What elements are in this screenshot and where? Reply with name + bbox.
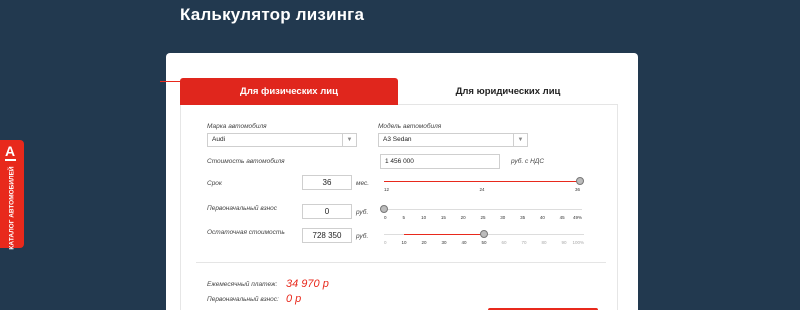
tab-legal-entities[interactable]: Для юридических лиц bbox=[398, 78, 618, 105]
residual-slider-ticks: 0 10 20 30 40 50 60 70 80 90 100% bbox=[384, 240, 584, 248]
down_payment-tick-label: 25 bbox=[480, 215, 486, 220]
residual-tick-label: 80 bbox=[541, 240, 547, 245]
brand-select[interactable]: Audi ▼ bbox=[207, 133, 357, 147]
alfa-logo-icon: А bbox=[5, 143, 16, 159]
down_payment-tick-label: 45 bbox=[559, 215, 565, 220]
down_payment-slider-handle[interactable] bbox=[380, 205, 388, 213]
term-label: Срок bbox=[207, 180, 222, 187]
term-slider-ticks: 12 24 36 bbox=[384, 187, 580, 195]
chevron-down-icon[interactable]: ▼ bbox=[342, 134, 356, 146]
down_payment-tick-label: 20 bbox=[460, 215, 466, 220]
term-slider-fill bbox=[384, 181, 580, 182]
term-input[interactable]: 36 bbox=[302, 175, 352, 190]
residual-tick-label: 70 bbox=[521, 240, 527, 245]
brand-select-value: Audi bbox=[212, 136, 226, 143]
model-select-value: A3 Sedan bbox=[383, 136, 412, 143]
down_payment-tick-label: 35 bbox=[520, 215, 526, 220]
residual-label: Остаточная стоимость bbox=[207, 229, 285, 236]
results-divider bbox=[196, 262, 606, 263]
down_payment-tick-label: 49% bbox=[572, 215, 582, 220]
down_payment-tick-label: 30 bbox=[500, 215, 506, 220]
initial-payment-value: 0 р bbox=[286, 293, 302, 305]
down_payment-tick-label: 15 bbox=[440, 215, 446, 220]
tab-individuals[interactable]: Для физических лиц bbox=[180, 78, 398, 105]
residual-tick-label: 90 bbox=[561, 240, 567, 245]
term-unit: мес. bbox=[356, 180, 370, 187]
term-tick-label: 36 bbox=[574, 187, 580, 192]
accent-line bbox=[160, 81, 180, 82]
down-payment-slider[interactable]: 0 5 10 15 20 25 30 35 40 45 49% bbox=[380, 205, 582, 223]
residual-tick-label: 50 bbox=[481, 240, 487, 245]
down_payment-slider-ticks: 0 5 10 15 20 25 30 35 40 45 49% bbox=[384, 215, 582, 223]
down-payment-label: Первоначальный взнос bbox=[207, 205, 278, 212]
residual-tick-label: 30 bbox=[441, 240, 447, 245]
down_payment-slider-track[interactable] bbox=[384, 209, 582, 210]
residual-tick-label: 100% bbox=[572, 240, 584, 245]
initial-payment-label: Первоначальный взнос: bbox=[207, 296, 279, 303]
page-title: Калькулятор лизинга bbox=[180, 5, 365, 24]
down_payment-tick-label: 0 bbox=[384, 215, 387, 220]
catalog-label: КАТАЛОГ АВТОМОБИЛЕЙ bbox=[8, 166, 16, 250]
down_payment-tick-label: 5 bbox=[402, 215, 406, 220]
down_payment-tick-label: 40 bbox=[539, 215, 545, 220]
residual-tick-label: 10 bbox=[401, 240, 407, 245]
price-input[interactable]: 1 456 000 bbox=[380, 154, 500, 169]
residual-slider-handle[interactable] bbox=[480, 230, 488, 238]
down-payment-input[interactable]: 0 bbox=[302, 204, 352, 219]
chevron-down-icon[interactable]: ▼ bbox=[513, 134, 527, 146]
down_payment-tick-label: 10 bbox=[421, 215, 427, 220]
down-payment-unit: руб. bbox=[356, 209, 369, 216]
price-label: Стоимость автомобиля bbox=[207, 158, 285, 165]
residual-input[interactable]: 728 350 bbox=[302, 228, 352, 243]
logo-underline bbox=[5, 159, 16, 161]
term-tick-label: 24 bbox=[479, 187, 485, 192]
model-label: Модель автомобиля bbox=[378, 123, 442, 130]
monthly-payment-label: Ежемесячный платеж: bbox=[207, 281, 278, 288]
residual-tick-label: 40 bbox=[461, 240, 467, 245]
term-slider-handle[interactable] bbox=[576, 177, 584, 185]
residual-tick-label: 20 bbox=[421, 240, 427, 245]
residual-tick-label: 60 bbox=[501, 240, 507, 245]
monthly-payment-value: 34 970 р bbox=[286, 278, 329, 290]
residual-slider[interactable]: 0 10 20 30 40 50 60 70 80 90 100% bbox=[384, 230, 584, 246]
residual-tick-label: 0 bbox=[384, 240, 387, 245]
term-tick-label: 12 bbox=[384, 187, 390, 192]
brand-label: Марка автомобиля bbox=[207, 123, 267, 130]
residual-unit: руб. bbox=[356, 233, 369, 240]
model-select[interactable]: A3 Sedan ▼ bbox=[378, 133, 528, 147]
residual-slider-fill bbox=[404, 234, 484, 235]
catalog-side-tab[interactable]: А КАТАЛОГ АВТОМОБИЛЕЙ bbox=[0, 140, 24, 250]
term-slider[interactable]: 12 24 36 bbox=[384, 177, 584, 195]
price-unit: руб. с НДС bbox=[511, 158, 545, 165]
